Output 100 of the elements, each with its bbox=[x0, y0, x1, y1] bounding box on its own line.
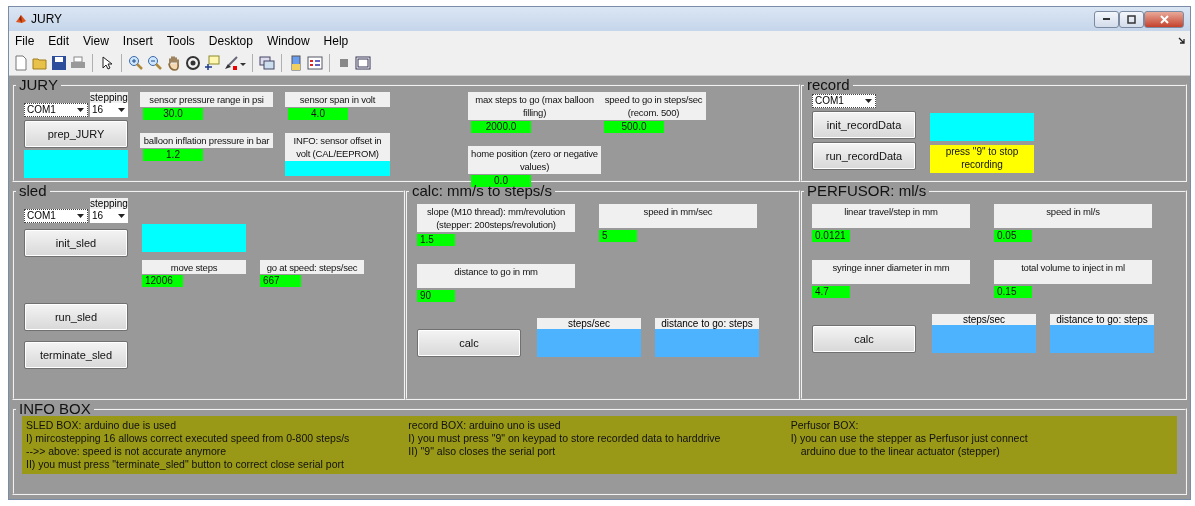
app-icon bbox=[15, 13, 27, 25]
value-field[interactable]: 667 bbox=[260, 275, 301, 287]
value-field[interactable]: 2000.0 bbox=[471, 121, 531, 133]
stepping-label: stepping bbox=[90, 198, 128, 209]
value-field[interactable]: 0.15 bbox=[994, 286, 1032, 298]
value-field[interactable]: 500.0 bbox=[604, 121, 664, 133]
info-text: -->> above: speed is not accurate anymore bbox=[26, 445, 228, 458]
value-field[interactable]: 30.0 bbox=[143, 108, 203, 120]
caret-icon bbox=[77, 214, 84, 218]
brush-icon[interactable] bbox=[223, 55, 239, 71]
panel-title: sled bbox=[18, 184, 48, 198]
output-label: steps/sec bbox=[932, 314, 1036, 325]
port-dropdown[interactable]: COM1 bbox=[24, 209, 88, 223]
info-text: arduino due to the linear actuator (stepper) bbox=[799, 445, 1001, 458]
field-label: speed in mm/sec bbox=[599, 204, 757, 228]
value-field[interactable]: 0.0121 bbox=[812, 230, 850, 242]
close-icon bbox=[1159, 14, 1169, 24]
panel-title: JURY bbox=[18, 78, 59, 92]
message-box: press "9" to stop recording bbox=[930, 145, 1034, 173]
menu-item[interactable]: Tools bbox=[166, 34, 195, 48]
info-text: I) you can use the stepper as Perfusor just connect bbox=[790, 432, 1029, 445]
maximize-icon bbox=[1127, 14, 1136, 24]
caret-icon bbox=[118, 214, 125, 218]
value-field[interactable]: 5 bbox=[599, 230, 637, 242]
info-text: Perfusor BOX: bbox=[790, 419, 860, 432]
field-label: slope (M10 thread): mm/revolution (stepper: 200steps/revolution) bbox=[417, 204, 575, 232]
field-label: linear travel/step in mm bbox=[812, 204, 970, 228]
caret-icon bbox=[118, 108, 125, 112]
field-label: syringe inner diameter in mm bbox=[812, 260, 970, 284]
pointer-icon[interactable] bbox=[99, 55, 115, 71]
value-field[interactable]: 1.2 bbox=[143, 149, 203, 161]
info-text: SLED BOX: arduino due is used bbox=[26, 419, 177, 432]
field-label: max steps to go (max balloon filling) bbox=[468, 92, 601, 120]
info-text: I) you must press "9" on keypad to store recorded data to harddrive bbox=[408, 432, 722, 445]
caret-icon bbox=[77, 108, 84, 112]
field-label: balloon inflation pressure in bar bbox=[140, 133, 273, 148]
close-button[interactable] bbox=[1144, 10, 1184, 28]
save-icon[interactable] bbox=[51, 55, 67, 71]
field-label: home position (zero or negative values) bbox=[468, 146, 601, 174]
port-dropdown[interactable]: COM1 bbox=[24, 103, 88, 117]
field-label: speed in ml/s bbox=[994, 204, 1152, 228]
info-text: II) you must press "terminate_sled" button to correct close serial port bbox=[26, 458, 345, 471]
menu-item[interactable]: File bbox=[15, 34, 35, 48]
colorbar-icon[interactable] bbox=[288, 55, 304, 71]
field-label: go at speed: steps/sec bbox=[260, 260, 364, 274]
caret-icon bbox=[865, 99, 872, 103]
stepping-dropdown[interactable]: 16 bbox=[90, 209, 128, 223]
field-label: INFO: sensor offset in volt (CAL/EEPROM) bbox=[285, 133, 390, 161]
panel-title: calc: mm/s to steps/s bbox=[411, 184, 554, 198]
sled-button[interactable]: run_sled bbox=[24, 303, 128, 331]
minimize-icon bbox=[1103, 18, 1110, 20]
hand-icon[interactable] bbox=[166, 55, 182, 71]
sled-button[interactable]: terminate_sled bbox=[24, 341, 128, 369]
field-label: speed to go in steps/sec (recom. 500) bbox=[601, 92, 706, 120]
zoom-out-icon[interactable] bbox=[147, 55, 163, 71]
stepping-dropdown[interactable]: 16 bbox=[90, 103, 128, 117]
info-text: II) "9" also closes the serial port bbox=[408, 445, 557, 458]
data-cursor-icon[interactable] bbox=[204, 55, 220, 71]
output-label: steps/sec bbox=[537, 318, 641, 329]
legend-icon[interactable] bbox=[307, 55, 323, 71]
window-title: JURY bbox=[31, 12, 63, 26]
menu-item[interactable]: Insert bbox=[122, 34, 153, 48]
link-plot-icon[interactable] bbox=[259, 55, 275, 71]
value-field[interactable]: 90 bbox=[417, 290, 455, 302]
new-file-icon[interactable] bbox=[13, 55, 29, 71]
minimize-button[interactable] bbox=[1094, 10, 1119, 28]
record-button[interactable]: init_recordData bbox=[812, 111, 916, 139]
field-label: move steps bbox=[142, 260, 246, 274]
sled-button[interactable]: init_sled bbox=[24, 229, 128, 257]
panel-title: PERFUSOR: ml/s bbox=[806, 184, 928, 198]
value-field[interactable]: 0.05 bbox=[994, 230, 1032, 242]
port-dropdown[interactable]: COM1 bbox=[812, 94, 876, 108]
dock-arrow-icon[interactable] bbox=[1178, 37, 1186, 45]
menu-item[interactable]: Window bbox=[266, 34, 310, 48]
calc-button[interactable]: calc bbox=[812, 325, 916, 353]
zoom-in-icon[interactable] bbox=[128, 55, 144, 71]
show-tools-icon[interactable] bbox=[355, 55, 371, 71]
value-field[interactable]: 4.0 bbox=[288, 108, 348, 120]
panel-title: record bbox=[806, 78, 851, 92]
menu-item[interactable]: Edit bbox=[48, 34, 70, 48]
value-field[interactable]: 12006 bbox=[142, 275, 183, 287]
field-label: sensor pressure range in psi bbox=[140, 92, 273, 107]
field-label: total volume to inject in ml bbox=[994, 260, 1152, 284]
value-field[interactable]: 4.7 bbox=[812, 286, 850, 298]
record-button[interactable]: run_recordData bbox=[812, 142, 916, 170]
stepping-label: stepping bbox=[90, 92, 128, 103]
field-label: sensor span in volt bbox=[285, 92, 390, 107]
output-label: distance to go: steps bbox=[655, 318, 759, 329]
calc-button[interactable]: calc bbox=[417, 329, 521, 357]
panel-title: INFO BOX bbox=[18, 402, 92, 416]
menu-item[interactable]: Desktop bbox=[208, 34, 253, 48]
rotate-icon[interactable] bbox=[185, 55, 201, 71]
value-field[interactable]: 1.5 bbox=[417, 234, 455, 246]
menu-item[interactable]: View bbox=[83, 34, 109, 48]
maximize-button[interactable] bbox=[1119, 10, 1144, 28]
output-label: distance to go: steps bbox=[1050, 314, 1154, 325]
prep-button[interactable]: prep_JURY bbox=[24, 120, 128, 148]
menu-item[interactable]: Help bbox=[323, 34, 349, 48]
field-label: distance to go in mm bbox=[417, 264, 575, 288]
info-text: record BOX: arduino uno is used bbox=[408, 419, 562, 432]
